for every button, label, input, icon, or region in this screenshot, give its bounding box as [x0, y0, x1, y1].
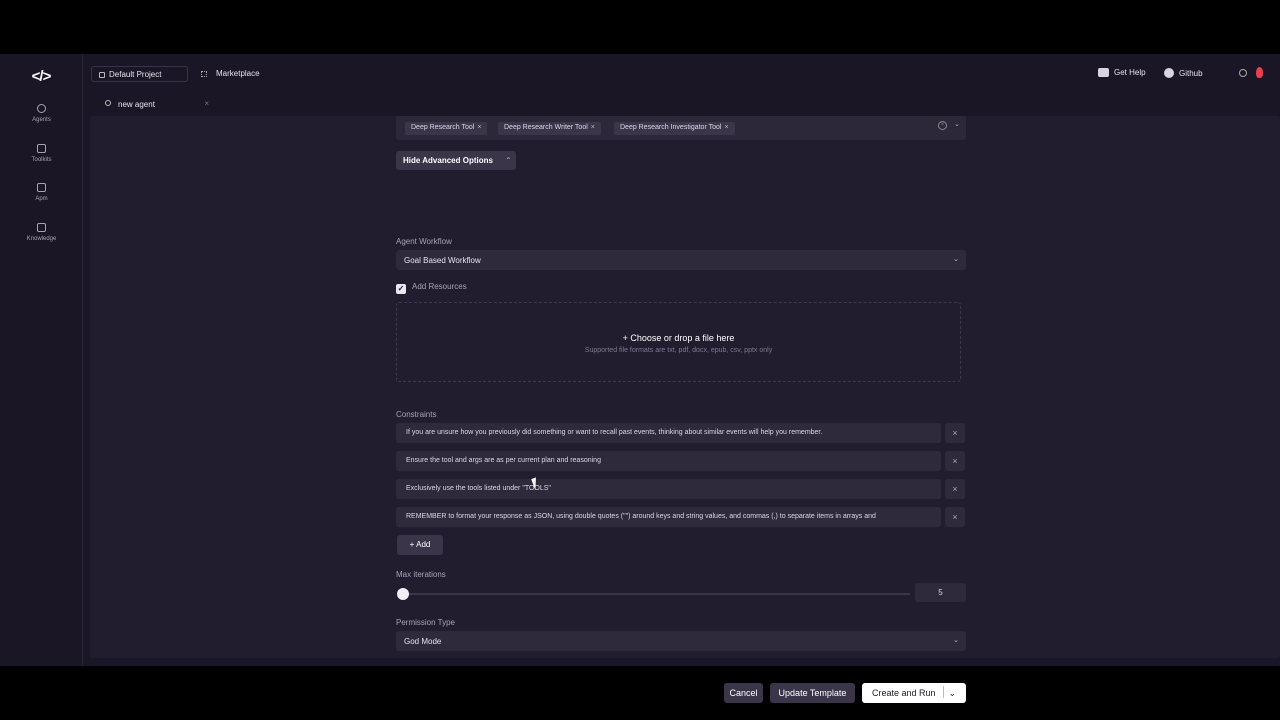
max-iterations-slider[interactable] [397, 588, 910, 600]
add-resources-row: ✓ Add Resources [396, 282, 467, 294]
agent-workflow-field: Agent Workflow Goal Based Workflow ⌄ [396, 237, 966, 270]
chevron-down-icon: ⌄ [953, 637, 959, 644]
sidebar-item-apm[interactable]: Apm [0, 183, 83, 202]
update-template-button[interactable]: Update Template [770, 683, 855, 703]
sidebar-item-label: Knowledge [26, 236, 57, 242]
marketplace-link[interactable]: Marketplace [201, 69, 260, 78]
slider-thumb[interactable] [397, 588, 409, 600]
chip-remove-icon[interactable]: × [591, 124, 595, 131]
tool-chip: Deep Research Writer Tool × [498, 122, 601, 135]
permission-type-field: Permission Type God Mode ⌄ [396, 618, 966, 651]
sidebar-item-knowledge[interactable]: Knowledge [0, 223, 83, 242]
divider [942, 686, 944, 698]
hide-advanced-label: Hide Advanced Options [403, 156, 493, 165]
add-constraint-button[interactable]: + Add [397, 535, 443, 555]
top-bar: Default Project Marketplace Get Help Git… [83, 54, 1280, 94]
agents-icon [37, 104, 46, 113]
sidebar-item-toolkits[interactable]: Toolkits [0, 144, 83, 163]
add-resources-checkbox[interactable]: ✓ [396, 284, 406, 294]
create-and-run-button[interactable]: Create and Run ⌄ [862, 683, 966, 703]
apm-icon [37, 183, 46, 192]
github-label: Github [1179, 69, 1203, 78]
clear-tools-icon[interactable]: × [938, 121, 947, 130]
chevron-down-icon: ⌄ [953, 256, 959, 263]
knowledge-icon [37, 223, 46, 232]
toolkits-icon [37, 144, 46, 153]
get-help-label: Get Help [1114, 68, 1146, 77]
dropzone-subtitle: Supported file formats are txt, pdf, doc… [584, 347, 773, 354]
sidebar-item-label: Toolkits [31, 157, 52, 163]
github-icon [1164, 68, 1174, 78]
hide-advanced-options-button[interactable]: Hide Advanced Options ⌃ [396, 151, 516, 170]
agent-tab-icon [105, 100, 111, 106]
tool-chip: Deep Research Tool × [405, 122, 488, 135]
sidebar-item-label: Apm [35, 196, 48, 202]
constraint-input[interactable]: REMEMBER to format your response as JSON… [396, 507, 941, 527]
max-iterations-label: Max iterations [396, 570, 446, 579]
constraint-input[interactable]: Exclusively use the tools listed under "… [396, 479, 941, 499]
user-avatar-icon[interactable] [1256, 67, 1263, 78]
dropzone-title: + Choose or drop a file here [622, 333, 735, 343]
constraint-input[interactable]: Ensure the tool and args are as per curr… [396, 451, 941, 471]
constraint-input[interactable]: If you are unsure how you previously did… [396, 423, 941, 443]
project-selector[interactable]: Default Project [91, 66, 188, 82]
project-icon [99, 72, 105, 78]
tool-chip-label: Deep Research Writer Tool [504, 124, 588, 131]
marketplace-icon [201, 71, 207, 77]
settings-icon[interactable] [1239, 69, 1247, 77]
delete-constraint-icon[interactable]: × [945, 479, 965, 499]
cancel-button[interactable]: Cancel [724, 683, 763, 703]
permission-type-select[interactable]: God Mode ⌄ [396, 631, 966, 651]
chip-remove-icon[interactable]: × [724, 124, 728, 131]
sidebar: </> Agents Toolkits Apm Knowledge [0, 54, 83, 666]
get-help-link[interactable]: Get Help [1098, 68, 1146, 77]
tool-chip-label: Deep Research Tool [411, 124, 475, 131]
chevron-down-icon[interactable]: ⌄ [949, 688, 957, 698]
permission-type-value: God Mode [404, 637, 442, 646]
github-link[interactable]: Github [1164, 68, 1203, 78]
tab-close-icon[interactable]: × [204, 99, 209, 108]
chevron-up-icon: ⌃ [504, 156, 512, 165]
marketplace-label: Marketplace [216, 69, 260, 78]
tool-chip: Deep Research Investigator Tool × [614, 122, 735, 135]
chevron-down-icon[interactable]: ⌄ [954, 120, 960, 128]
discord-icon [1098, 68, 1109, 77]
file-dropzone[interactable]: + Choose or drop a file here Supported f… [396, 302, 961, 382]
delete-constraint-icon[interactable]: × [945, 423, 965, 443]
tab-new-agent[interactable]: new agent × [99, 96, 215, 112]
project-name: Default Project [109, 70, 162, 79]
tool-chip-label: Deep Research Investigator Tool [620, 124, 722, 131]
chip-remove-icon[interactable]: × [477, 124, 481, 131]
constraints-label: Constraints [396, 410, 437, 419]
sidebar-item-label: Agents [32, 117, 51, 123]
agent-workflow-value: Goal Based Workflow [404, 256, 481, 265]
create-and-run-label: Create and Run [871, 688, 936, 698]
agent-workflow-label: Agent Workflow [396, 237, 452, 246]
delete-constraint-icon[interactable]: × [945, 507, 965, 527]
add-resources-label: Add Resources [412, 282, 467, 291]
max-iterations-value[interactable]: 5 [915, 583, 966, 602]
permission-type-label: Permission Type [396, 618, 455, 627]
tab-label: new agent [118, 100, 155, 109]
tools-multiselect[interactable]: Deep Research Tool × Deep Research Writer… [396, 116, 966, 140]
delete-constraint-icon[interactable]: × [945, 451, 965, 471]
app-window: </> Agents Toolkits Apm Knowledge Defaul… [0, 54, 1280, 703]
sidebar-item-agents[interactable]: Agents [0, 104, 83, 123]
agent-form-panel: Deep Research Tool × Deep Research Writer… [90, 116, 1280, 703]
app-logo[interactable]: </> [24, 68, 58, 85]
agent-workflow-select[interactable]: Goal Based Workflow ⌄ [396, 250, 966, 270]
